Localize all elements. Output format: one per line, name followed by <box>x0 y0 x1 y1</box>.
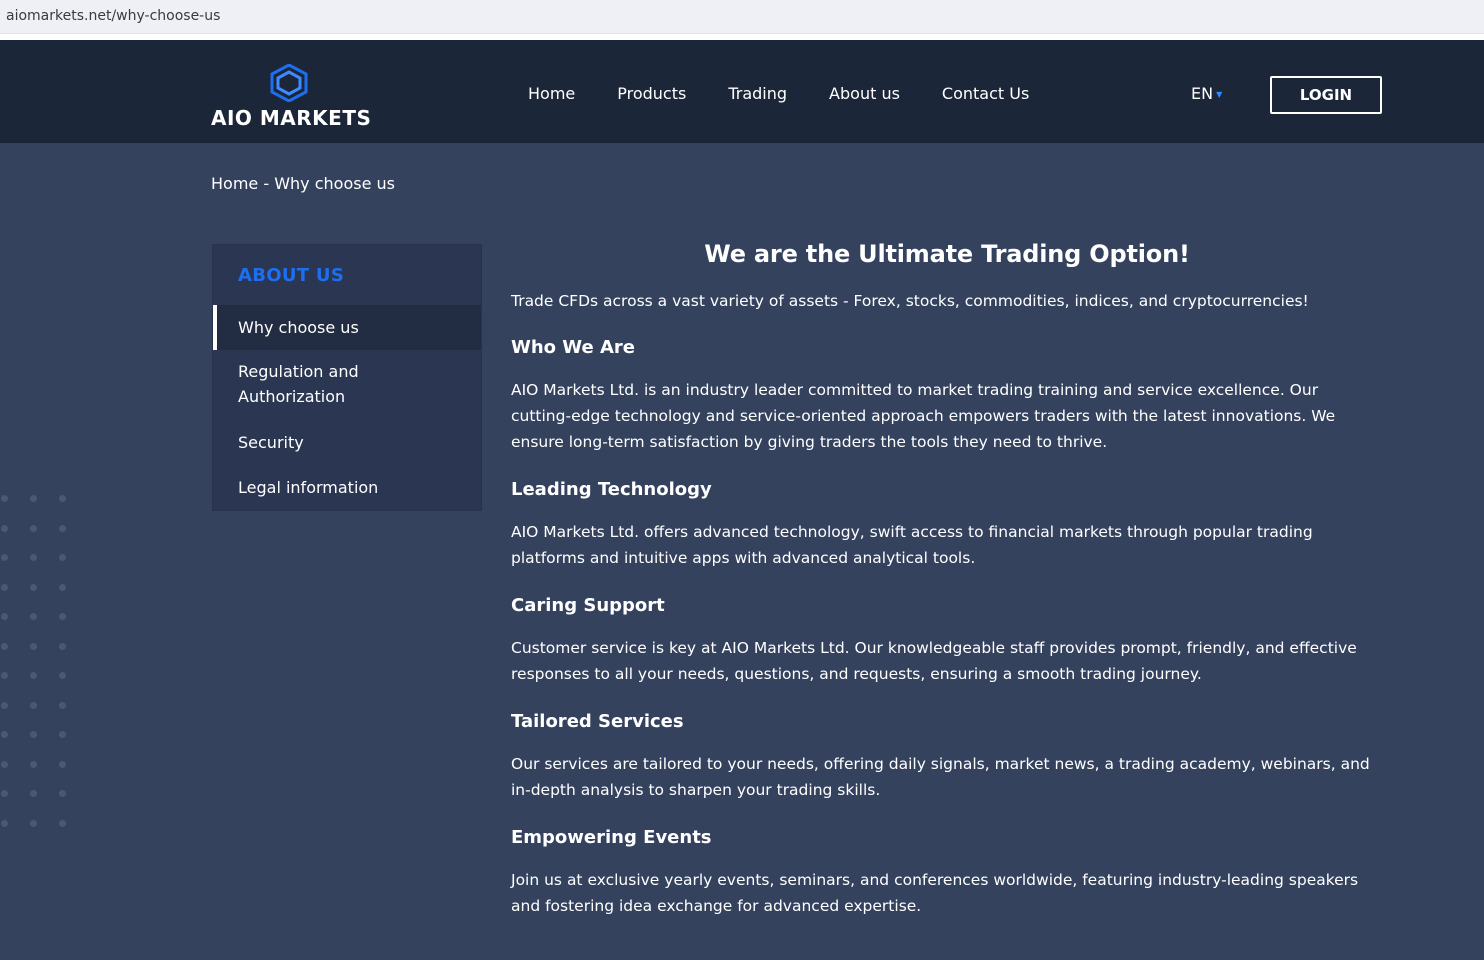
decorative-dot <box>59 554 66 561</box>
decorative-dot <box>30 524 37 532</box>
sidebar-item-label: Security <box>238 433 304 452</box>
login-button[interactable]: LOGIN <box>1270 76 1382 114</box>
sidebar-item-why-choose-us[interactable]: Why choose us <box>213 305 481 350</box>
logo-hexagon-icon <box>270 64 308 102</box>
sidebar-item-label: Why choose us <box>238 318 359 337</box>
section-empowering-events: Empowering Events Join us at exclusive y… <box>511 826 1383 919</box>
site-header: AIO MARKETS Home Products Trading About … <box>0 40 1484 143</box>
decorative-dot <box>59 524 66 532</box>
breadcrumb: Home - Why choose us <box>211 174 395 193</box>
decorative-dot <box>1 524 8 532</box>
decorative-dot <box>59 731 66 738</box>
decorative-dot <box>1 672 8 679</box>
decorative-dot <box>30 819 37 827</box>
decorative-dot <box>1 583 8 591</box>
decorative-dot <box>59 642 66 650</box>
section-body: AIO Markets Ltd. offers advanced technol… <box>511 523 1313 567</box>
main-nav: Home Products Trading About us Contact U… <box>528 84 1071 103</box>
nav-contact-us[interactable]: Contact Us <box>942 84 1029 103</box>
site-logo[interactable]: AIO MARKETS <box>211 64 372 130</box>
nav-trading[interactable]: Trading <box>728 84 787 103</box>
intro-text: Trade CFDs across a vast variety of asse… <box>511 292 1309 310</box>
section-tailored-services: Tailored Services Our services are tailo… <box>511 710 1383 803</box>
section-body: AIO Markets Ltd. is an industry leader c… <box>511 381 1336 451</box>
language-label: EN <box>1191 84 1214 103</box>
decorative-dot <box>59 583 66 591</box>
section-heading: Tailored Services <box>511 711 684 732</box>
sidebar-title: ABOUT US <box>238 265 345 286</box>
decorative-dot <box>59 495 66 502</box>
nav-products[interactable]: Products <box>617 84 686 103</box>
decorative-dot <box>59 613 66 620</box>
decorative-dot <box>30 760 37 768</box>
main-content: We are the Ultimate Trading Option! Trad… <box>511 240 1383 942</box>
sidebar-item-legal-information[interactable]: Legal information <box>213 475 481 500</box>
decorative-dot <box>30 495 37 502</box>
decorative-dot <box>59 819 66 827</box>
decorative-dot <box>59 701 66 709</box>
logo-text: AIO MARKETS <box>211 106 372 130</box>
browser-address-bar[interactable]: aiomarkets.net/why-choose-us <box>0 0 1484 34</box>
sidebar-item-label: Legal information <box>238 478 379 497</box>
nav-home[interactable]: Home <box>528 84 575 103</box>
decorative-dot <box>30 790 37 797</box>
decorative-dot <box>30 554 37 561</box>
section-body: Customer service is key at AIO Markets L… <box>511 639 1357 683</box>
decorative-dot <box>1 613 8 620</box>
decorative-dot <box>1 554 8 561</box>
chevron-down-icon: ▼ <box>1216 90 1223 99</box>
section-heading: Leading Technology <box>511 479 712 500</box>
decorative-dot <box>30 731 37 738</box>
decorative-dot <box>30 642 37 650</box>
decorative-dot <box>30 583 37 591</box>
decorative-dot <box>30 613 37 620</box>
decorative-dot <box>1 642 8 650</box>
section-heading: Empowering Events <box>511 827 712 848</box>
dot-pattern-decoration <box>0 490 70 835</box>
section-who-we-are: Who We Are AIO Markets Ltd. is an indust… <box>511 336 1383 455</box>
decorative-dot <box>30 672 37 679</box>
decorative-dot <box>59 760 66 768</box>
section-heading: Who We Are <box>511 337 636 358</box>
section-heading: Caring Support <box>511 595 665 616</box>
section-body: Our services are tailored to your needs,… <box>511 755 1370 799</box>
decorative-dot <box>30 701 37 709</box>
page-title: We are the Ultimate Trading Option! <box>704 240 1190 268</box>
breadcrumb-home-link[interactable]: Home <box>211 174 258 193</box>
decorative-dot <box>1 819 8 827</box>
url-text[interactable]: aiomarkets.net/why-choose-us <box>6 8 220 24</box>
language-selector[interactable]: EN ▼ <box>1191 84 1222 103</box>
breadcrumb-separator: - <box>258 174 275 193</box>
decorative-dot <box>1 495 8 502</box>
section-leading-technology: Leading Technology AIO Markets Ltd. offe… <box>511 478 1383 571</box>
decorative-dot <box>59 790 66 797</box>
decorative-dot <box>1 731 8 738</box>
section-caring-support: Caring Support Customer service is key a… <box>511 594 1383 687</box>
section-body: Join us at exclusive yearly events, semi… <box>511 871 1359 915</box>
decorative-dot <box>1 701 8 709</box>
sidebar-item-regulation[interactable]: Regulation and Authorization <box>213 359 413 409</box>
decorative-dot <box>59 672 66 679</box>
sidebar-item-security[interactable]: Security <box>213 430 481 455</box>
about-sidebar: ABOUT US Why choose us Regulation and Au… <box>212 244 482 511</box>
decorative-dot <box>1 760 8 768</box>
decorative-dot <box>1 790 8 797</box>
sidebar-item-label: Regulation and Authorization <box>238 362 359 406</box>
nav-about-us[interactable]: About us <box>829 84 900 103</box>
breadcrumb-current: Why choose us <box>274 174 395 193</box>
